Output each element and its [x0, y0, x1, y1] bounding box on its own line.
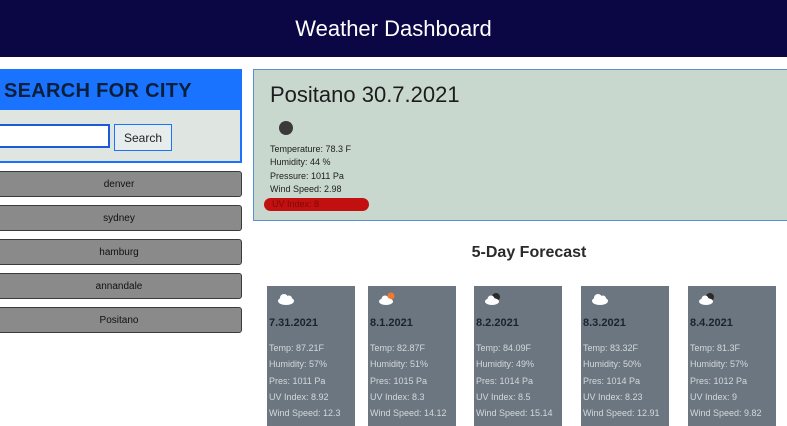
forecast-wind: Wind Speed: 12.91: [583, 408, 660, 419]
history-item-sydney[interactable]: sydney: [0, 205, 242, 231]
history-item-positano[interactable]: Positano: [0, 307, 242, 333]
forecast-temp: Temp: 87.21F: [269, 343, 325, 353]
search-panel: SEARCH FOR CITY Search: [0, 69, 242, 163]
forecast-card-2: 8.1.2021 Temp: 82.87F Humidity: 51% Pres…: [368, 286, 456, 426]
cloud-icon: [278, 294, 294, 305]
search-title: SEARCH FOR CITY: [0, 71, 240, 110]
forecast-uv: UV Index: 8.23: [583, 391, 643, 402]
cloud-icon: [592, 294, 608, 305]
current-stats: Temperature: 78.3 F Humidity: 44 % Press…: [270, 143, 351, 197]
history-item-hamburg[interactable]: hamburg: [0, 239, 242, 265]
forecast-date: 8.4.2021: [690, 317, 733, 329]
forecast-temp: Temp: 84.09F: [476, 343, 532, 353]
history-item-denver[interactable]: denver: [0, 171, 242, 197]
forecast-card-4: 8.3.2021 Temp: 83.32F Humidity: 50% Pres…: [581, 286, 669, 426]
forecast-humidity: Humidity: 50%: [583, 359, 642, 370]
forecast-pressure: Pres: 1014 Pa: [476, 375, 534, 386]
forecast-date: 8.1.2021: [370, 317, 413, 329]
forecast-date: 7.31.2021: [269, 317, 318, 329]
cloud-sun-icon: [379, 292, 395, 305]
forecast-stats: Temp: 83.32F Humidity: 50% Pres: 1014 Pa…: [583, 340, 660, 421]
forecast-uv: UV Index: 8.5: [476, 391, 531, 402]
forecast-humidity: Humidity: 51%: [370, 359, 429, 370]
current-humidity: Humidity: 44 %: [270, 157, 331, 168]
forecast-date: 8.3.2021: [583, 317, 626, 329]
page-title: Weather Dashboard: [295, 15, 492, 41]
forecast-uv: UV Index: 8.3: [370, 391, 425, 402]
forecast-title: 5-Day Forecast: [471, 244, 587, 261]
forecast-card-5: 8.4.2021 Temp: 81.3F Humidity: 57% Pres:…: [688, 286, 776, 426]
current-temperature: Temperature: 78.3 F: [270, 144, 352, 154]
forecast-stats: Temp: 82.87F Humidity: 51% Pres: 1015 Pa…: [370, 340, 447, 421]
current-pressure: Pressure: 1011 Pa: [270, 170, 344, 181]
forecast-humidity: Humidity: 57%: [269, 359, 328, 370]
search-history-list: denver sydney hamburg annandale Positano: [0, 171, 244, 341]
forecast-temp: Temp: 83.32F: [583, 343, 639, 353]
forecast-uv: UV Index: 8.92: [269, 391, 329, 402]
current-city-title: Positano 30.7.2021: [270, 82, 460, 107]
forecast-wind: Wind Speed: 9.82: [690, 408, 762, 419]
city-search-input[interactable]: [0, 124, 110, 148]
forecast-stats: Temp: 87.21F Humidity: 57% Pres: 1011 Pa…: [269, 340, 341, 421]
cloud-dark-icon: [699, 293, 714, 305]
forecast-stats: Temp: 81.3F Humidity: 57% Pres: 1012 Pa …: [690, 340, 762, 421]
forecast-date: 8.2.2021: [476, 317, 519, 329]
search-button[interactable]: Search: [114, 124, 172, 151]
forecast-wind: Wind Speed: 15.14: [476, 408, 553, 419]
forecast-card-1: 7.31.2021 Temp: 87.21F Humidity: 57% Pre…: [267, 286, 355, 426]
forecast-stats: Temp: 84.09F Humidity: 49% Pres: 1014 Pa…: [476, 340, 553, 421]
forecast-temp: Temp: 82.87F: [370, 343, 426, 353]
forecast-uv: UV Index: 9: [690, 391, 738, 402]
cloud-dark-icon: [485, 293, 500, 305]
forecast-pressure: Pres: 1015 Pa: [370, 375, 428, 386]
current-wind-speed: Wind Speed: 2.98: [270, 184, 342, 195]
forecast-wind: Wind Speed: 14.12: [370, 408, 447, 419]
uv-index-badge: UV Index: 8: [264, 198, 369, 211]
forecast-pressure: Pres: 1014 Pa: [583, 375, 641, 386]
history-item-annandale[interactable]: annandale: [0, 273, 242, 299]
current-weather-panel: Positano 30.7.2021 Temperature: 78.3 F H…: [253, 69, 787, 221]
forecast-card-3: 8.2.2021 Temp: 84.09F Humidity: 49% Pres…: [474, 286, 562, 426]
forecast-pressure: Pres: 1012 Pa: [690, 375, 748, 386]
forecast-humidity: Humidity: 57%: [690, 359, 749, 370]
forecast-temp: Temp: 81.3F: [690, 343, 741, 353]
forecast-wind: Wind Speed: 12.3: [269, 408, 341, 419]
app-header: Weather Dashboard: [0, 0, 787, 57]
weather-icon: [279, 121, 293, 135]
forecast-pressure: Pres: 1011 Pa: [269, 375, 326, 386]
forecast-humidity: Humidity: 49%: [476, 359, 535, 370]
